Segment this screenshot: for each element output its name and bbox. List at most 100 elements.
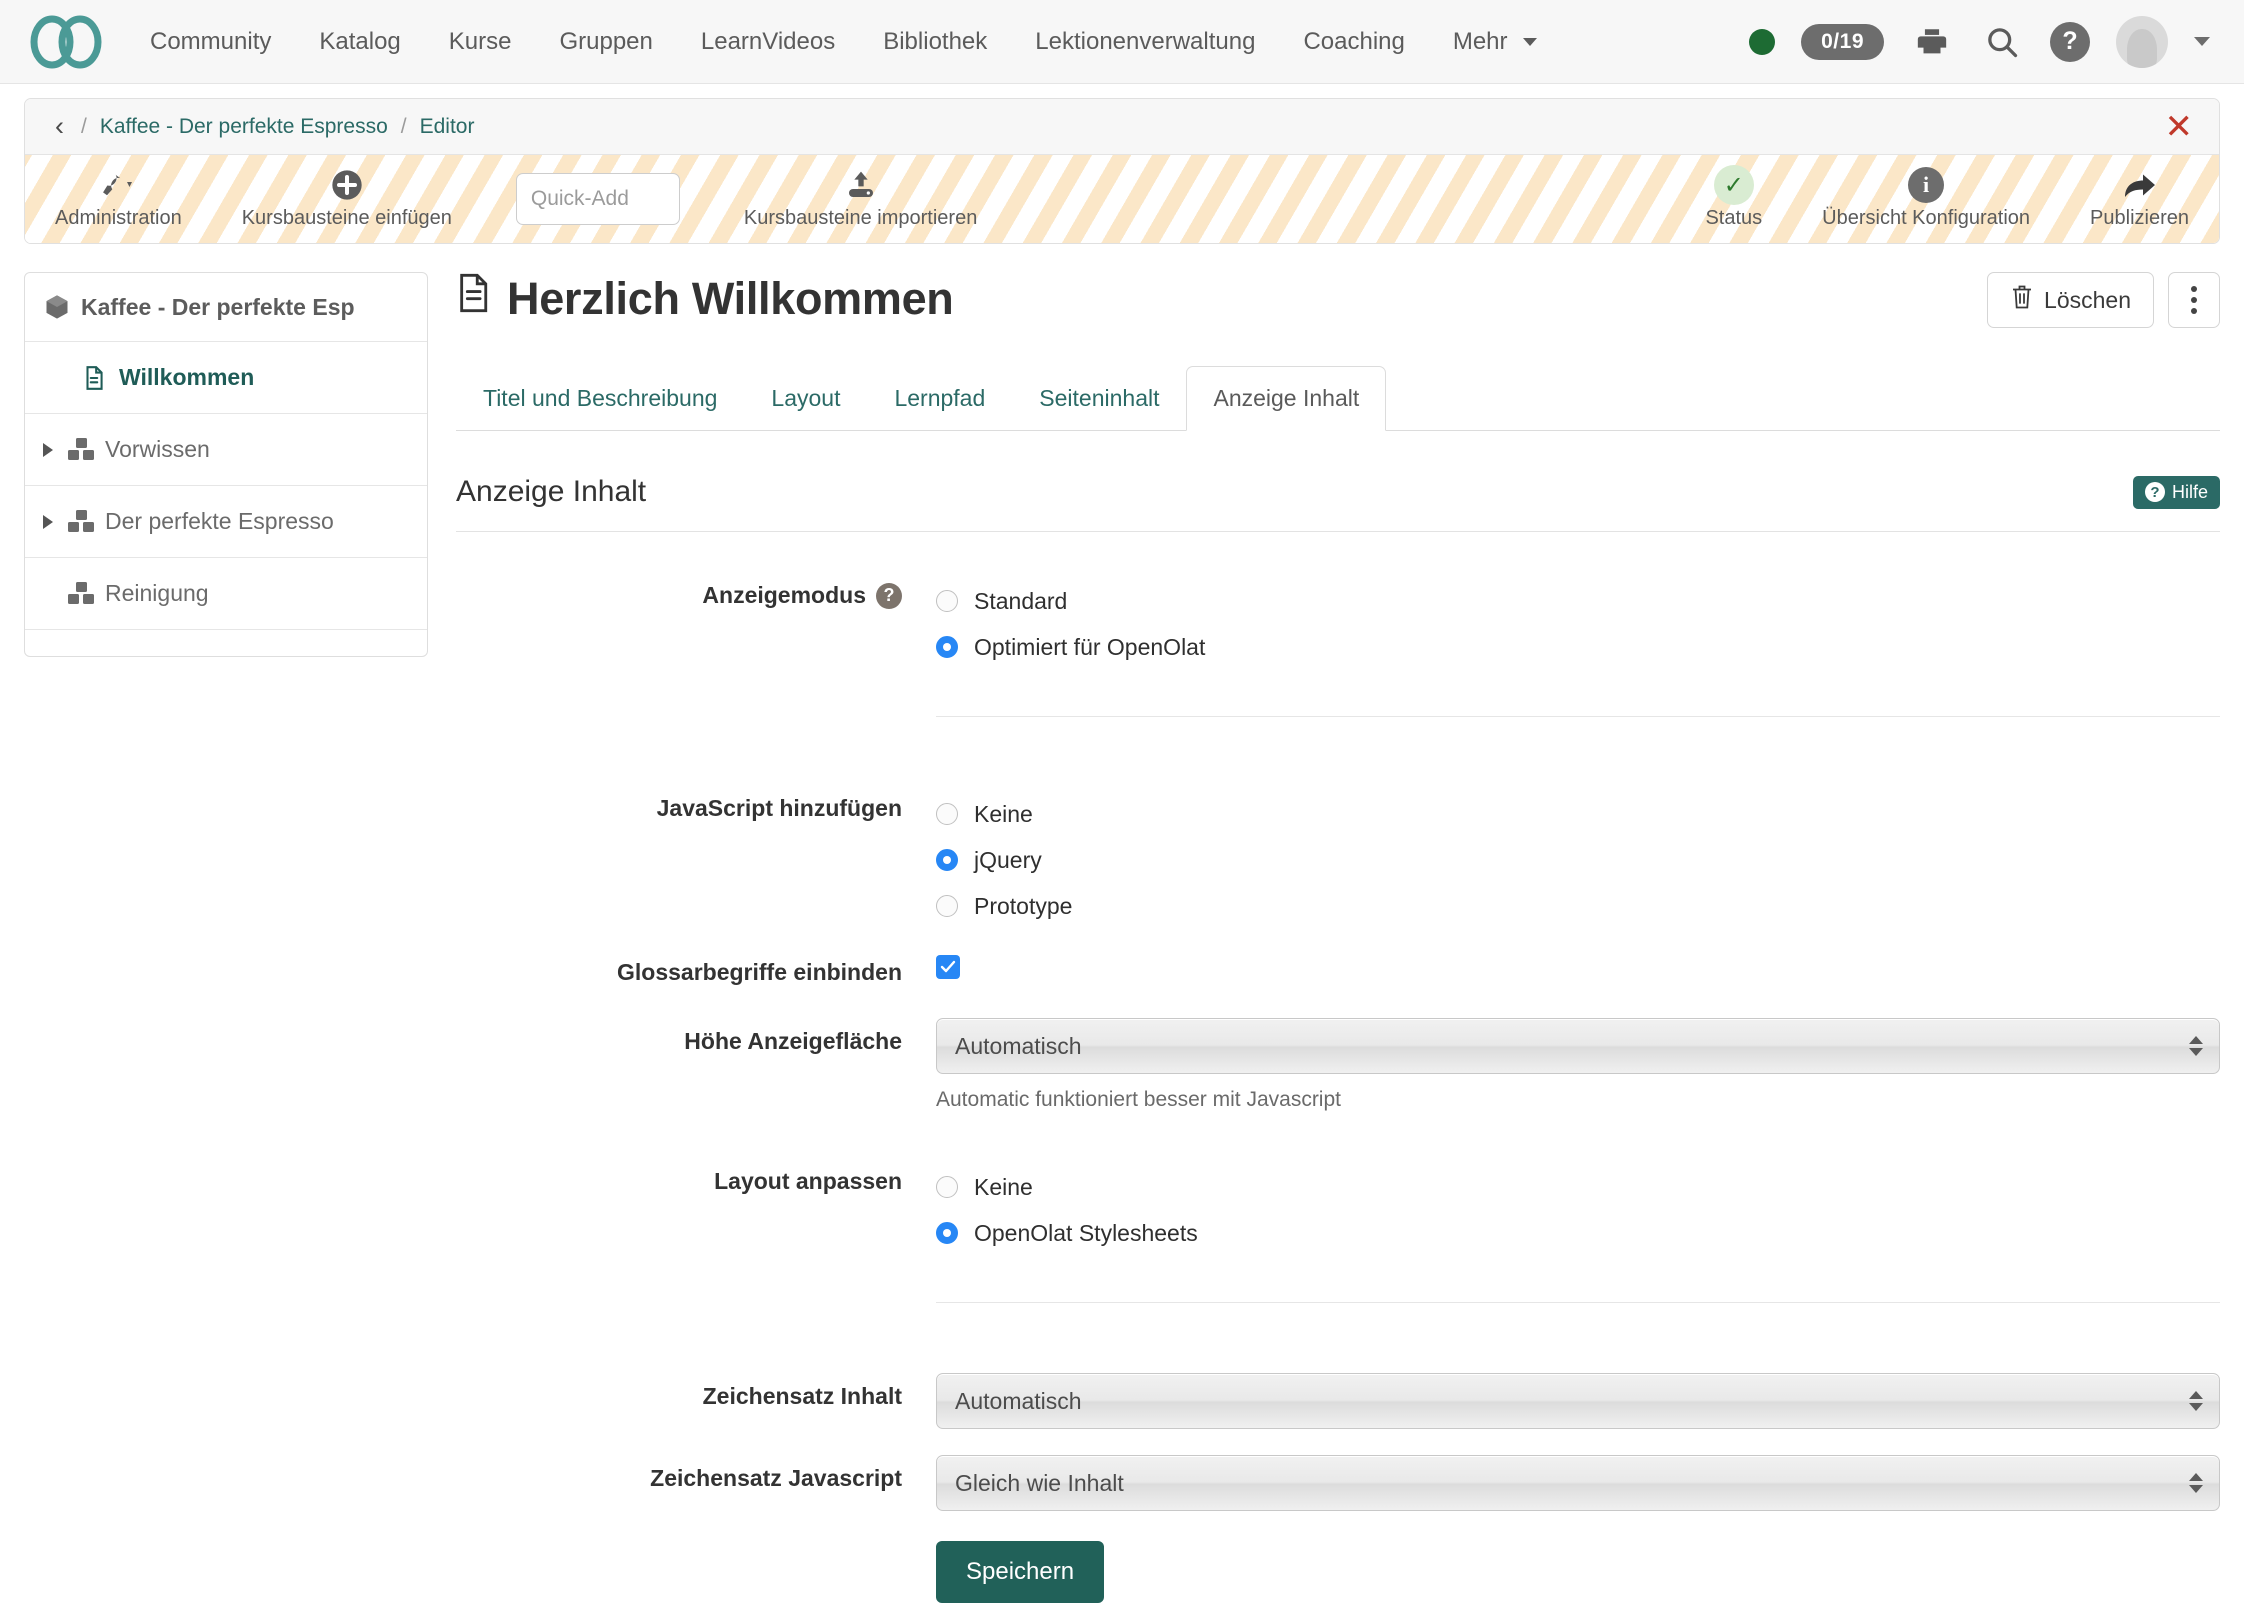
form-section-header: Anzeige Inhalt ? Hilfe <box>456 475 2220 532</box>
delete-button[interactable]: Löschen <box>1987 272 2154 328</box>
help-badge-label: Hilfe <box>2171 481 2208 502</box>
field-label-javascript: JavaScript hinzufügen <box>456 791 936 822</box>
tab-label: Layout <box>771 385 841 411</box>
label-text: Layout anpassen <box>714 1168 902 1194</box>
nav-item-kurse[interactable]: Kurse <box>425 18 536 66</box>
toolbar-label: Administration <box>55 207 182 229</box>
toolbar-status[interactable]: ✓ Status <box>1675 165 1792 230</box>
question-mark-icon[interactable]: ? <box>2050 21 2090 62</box>
page-layout: Kaffee - Der perfekte Esp Willkommen Vor… <box>0 244 2244 1603</box>
notification-count-badge[interactable]: 0/19 <box>1801 23 1884 60</box>
question-mark-icon[interactable]: ? <box>876 582 902 609</box>
nav-label: Mehr <box>1452 27 1508 55</box>
tab-seiteninhalt[interactable]: Seiteninhalt <box>1012 366 1186 431</box>
expand-arrow-icon[interactable] <box>43 514 67 529</box>
page-header: Herzlich Willkommen Löschen <box>456 272 2220 328</box>
breadcrumb-item-course[interactable]: Kaffee - Der perfekte Espresso <box>100 115 388 139</box>
expand-arrow-icon[interactable] <box>43 442 67 457</box>
page-title: Herzlich Willkommen <box>456 272 954 325</box>
search-icon[interactable] <box>1980 20 2024 64</box>
more-vertical-icon[interactable] <box>2168 272 2220 328</box>
radio-layout-keine[interactable]: Keine <box>936 1164 2220 1210</box>
radio-label: Optimiert für OpenOlat <box>974 633 1206 660</box>
radio-label: Standard <box>974 587 1068 614</box>
zeichensatz-javascript-select[interactable]: Gleich wie Inhalt <box>936 1455 2220 1511</box>
glossar-checkbox[interactable] <box>936 955 960 979</box>
radio-anzeigemodus-optimiert[interactable]: Optimiert für OpenOlat <box>936 624 2220 670</box>
radio-layout-openolat-stylesheets[interactable]: OpenOlat Stylesheets <box>936 1210 2220 1256</box>
hoehe-select[interactable]: Automatisch <box>936 1018 2220 1074</box>
field-glossar: Glossarbegriffe einbinden <box>456 955 2220 986</box>
select-stepper-icon <box>2189 1391 2203 1411</box>
field-hoehe-anzeigeflaeche: Höhe Anzeigefläche Automatisch Automatic… <box>456 1018 2220 1112</box>
zeichensatz-inhalt-select[interactable]: Automatisch <box>936 1373 2220 1429</box>
nav-item-mehr[interactable]: Mehr <box>1429 18 1561 66</box>
printer-icon[interactable] <box>1910 20 1954 64</box>
anzeigemodus-radio-group: Standard Optimiert für OpenOlat <box>936 578 2220 670</box>
breadcrumb: ‹ / Kaffee - Der perfekte Espresso / Edi… <box>25 99 2219 155</box>
label-text: Anzeigemodus <box>702 582 866 608</box>
document-icon <box>81 365 119 391</box>
toolbar-label: Status <box>1705 207 1763 229</box>
sidebar-item-reinigung[interactable]: Reinigung <box>25 558 427 630</box>
nav-item-gruppen[interactable]: Gruppen <box>535 18 676 66</box>
radio-label: OpenOlat Stylesheets <box>974 1219 1198 1246</box>
page-title-text: Herzlich Willkommen <box>507 272 954 324</box>
document-icon <box>456 272 490 325</box>
radio-indicator <box>936 895 958 917</box>
plus-circle-icon <box>331 168 363 202</box>
toolbar-administration[interactable]: Administration <box>25 168 212 230</box>
sidebar-item-label: Reinigung <box>105 580 209 606</box>
radio-javascript-jquery[interactable]: jQuery <box>936 837 2220 883</box>
sidebar-item-der-perfekte-espresso[interactable]: Der perfekte Espresso <box>25 486 427 558</box>
infinity-logo[interactable] <box>28 14 104 70</box>
nav-item-katalog[interactable]: Katalog <box>295 18 424 66</box>
tree-root-label: Kaffee - Der perfekte Esp <box>81 293 355 320</box>
toolbar-publish[interactable]: Publizieren <box>2060 168 2219 230</box>
main-nav-items: Community Katalog Kurse Gruppen LearnVid… <box>126 18 1561 66</box>
editor-toolbar: Administration Kursbausteine einfügen Ku… <box>25 155 2219 243</box>
field-label-hoehe: Höhe Anzeigefläche <box>456 1018 936 1055</box>
form-divider <box>936 716 2220 717</box>
radio-indicator-selected <box>936 1222 958 1244</box>
save-button[interactable]: Speichern <box>936 1541 1105 1603</box>
tab-layout[interactable]: Layout <box>744 366 867 431</box>
info-icon: i <box>1908 167 1945 203</box>
sidebar-item-vorwissen[interactable]: Vorwissen <box>25 414 427 486</box>
help-badge[interactable]: ? Hilfe <box>2132 475 2220 509</box>
zeichensatz-javascript-control: Gleich wie Inhalt <box>936 1455 2220 1511</box>
nav-item-community[interactable]: Community <box>126 18 295 66</box>
nav-item-bibliothek[interactable]: Bibliothek <box>859 18 1011 66</box>
avatar[interactable] <box>2116 15 2168 68</box>
nav-label: Kurse <box>448 27 512 55</box>
radio-javascript-prototype[interactable]: Prototype <box>936 883 2220 929</box>
blocks-icon <box>67 437 105 463</box>
toolbar-import-course-elements[interactable]: Kursbausteine importieren <box>714 168 1007 230</box>
nav-label: Bibliothek <box>883 27 988 55</box>
radio-anzeigemodus-standard[interactable]: Standard <box>936 578 2220 624</box>
tab-anzeige-inhalt[interactable]: Anzeige Inhalt <box>1186 366 1387 431</box>
label-text: Höhe Anzeigefläche <box>684 1028 902 1054</box>
toolbar-insert-course-element[interactable]: Kursbausteine einfügen <box>212 168 482 230</box>
radio-javascript-keine[interactable]: Keine <box>936 791 2220 837</box>
nav-item-lektionenverwaltung[interactable]: Lektionenverwaltung <box>1011 18 1279 66</box>
nav-item-coaching[interactable]: Coaching <box>1279 18 1428 66</box>
tab-lernpfad[interactable]: Lernpfad <box>867 366 1012 431</box>
select-stepper-icon <box>2189 1036 2203 1056</box>
tree-root-course[interactable]: Kaffee - Der perfekte Esp <box>25 273 427 342</box>
trash-icon <box>2010 284 2034 316</box>
chevron-left-icon[interactable]: ‹ <box>55 113 68 140</box>
sidebar-item-willkommen[interactable]: Willkommen <box>25 342 427 414</box>
wrench-icon <box>98 168 138 202</box>
field-zeichensatz-javascript: Zeichensatz Javascript Gleich wie Inhalt <box>456 1455 2220 1511</box>
select-value: Automatisch <box>955 1032 1082 1059</box>
breadcrumb-item-editor[interactable]: Editor <box>420 115 475 139</box>
quick-add-input[interactable] <box>515 173 680 225</box>
tab-label: Anzeige Inhalt <box>1213 385 1360 411</box>
toolbar-config-overview[interactable]: i Übersicht Konfiguration <box>1792 167 2060 230</box>
nav-item-learnvideos[interactable]: LearnVideos <box>677 18 859 66</box>
close-icon[interactable]: ✕ <box>2157 110 2202 144</box>
chevron-down-icon[interactable] <box>2194 37 2210 46</box>
tab-titel-und-beschreibung[interactable]: Titel und Beschreibung <box>456 366 744 431</box>
tab-label: Seiteninhalt <box>1039 385 1160 411</box>
